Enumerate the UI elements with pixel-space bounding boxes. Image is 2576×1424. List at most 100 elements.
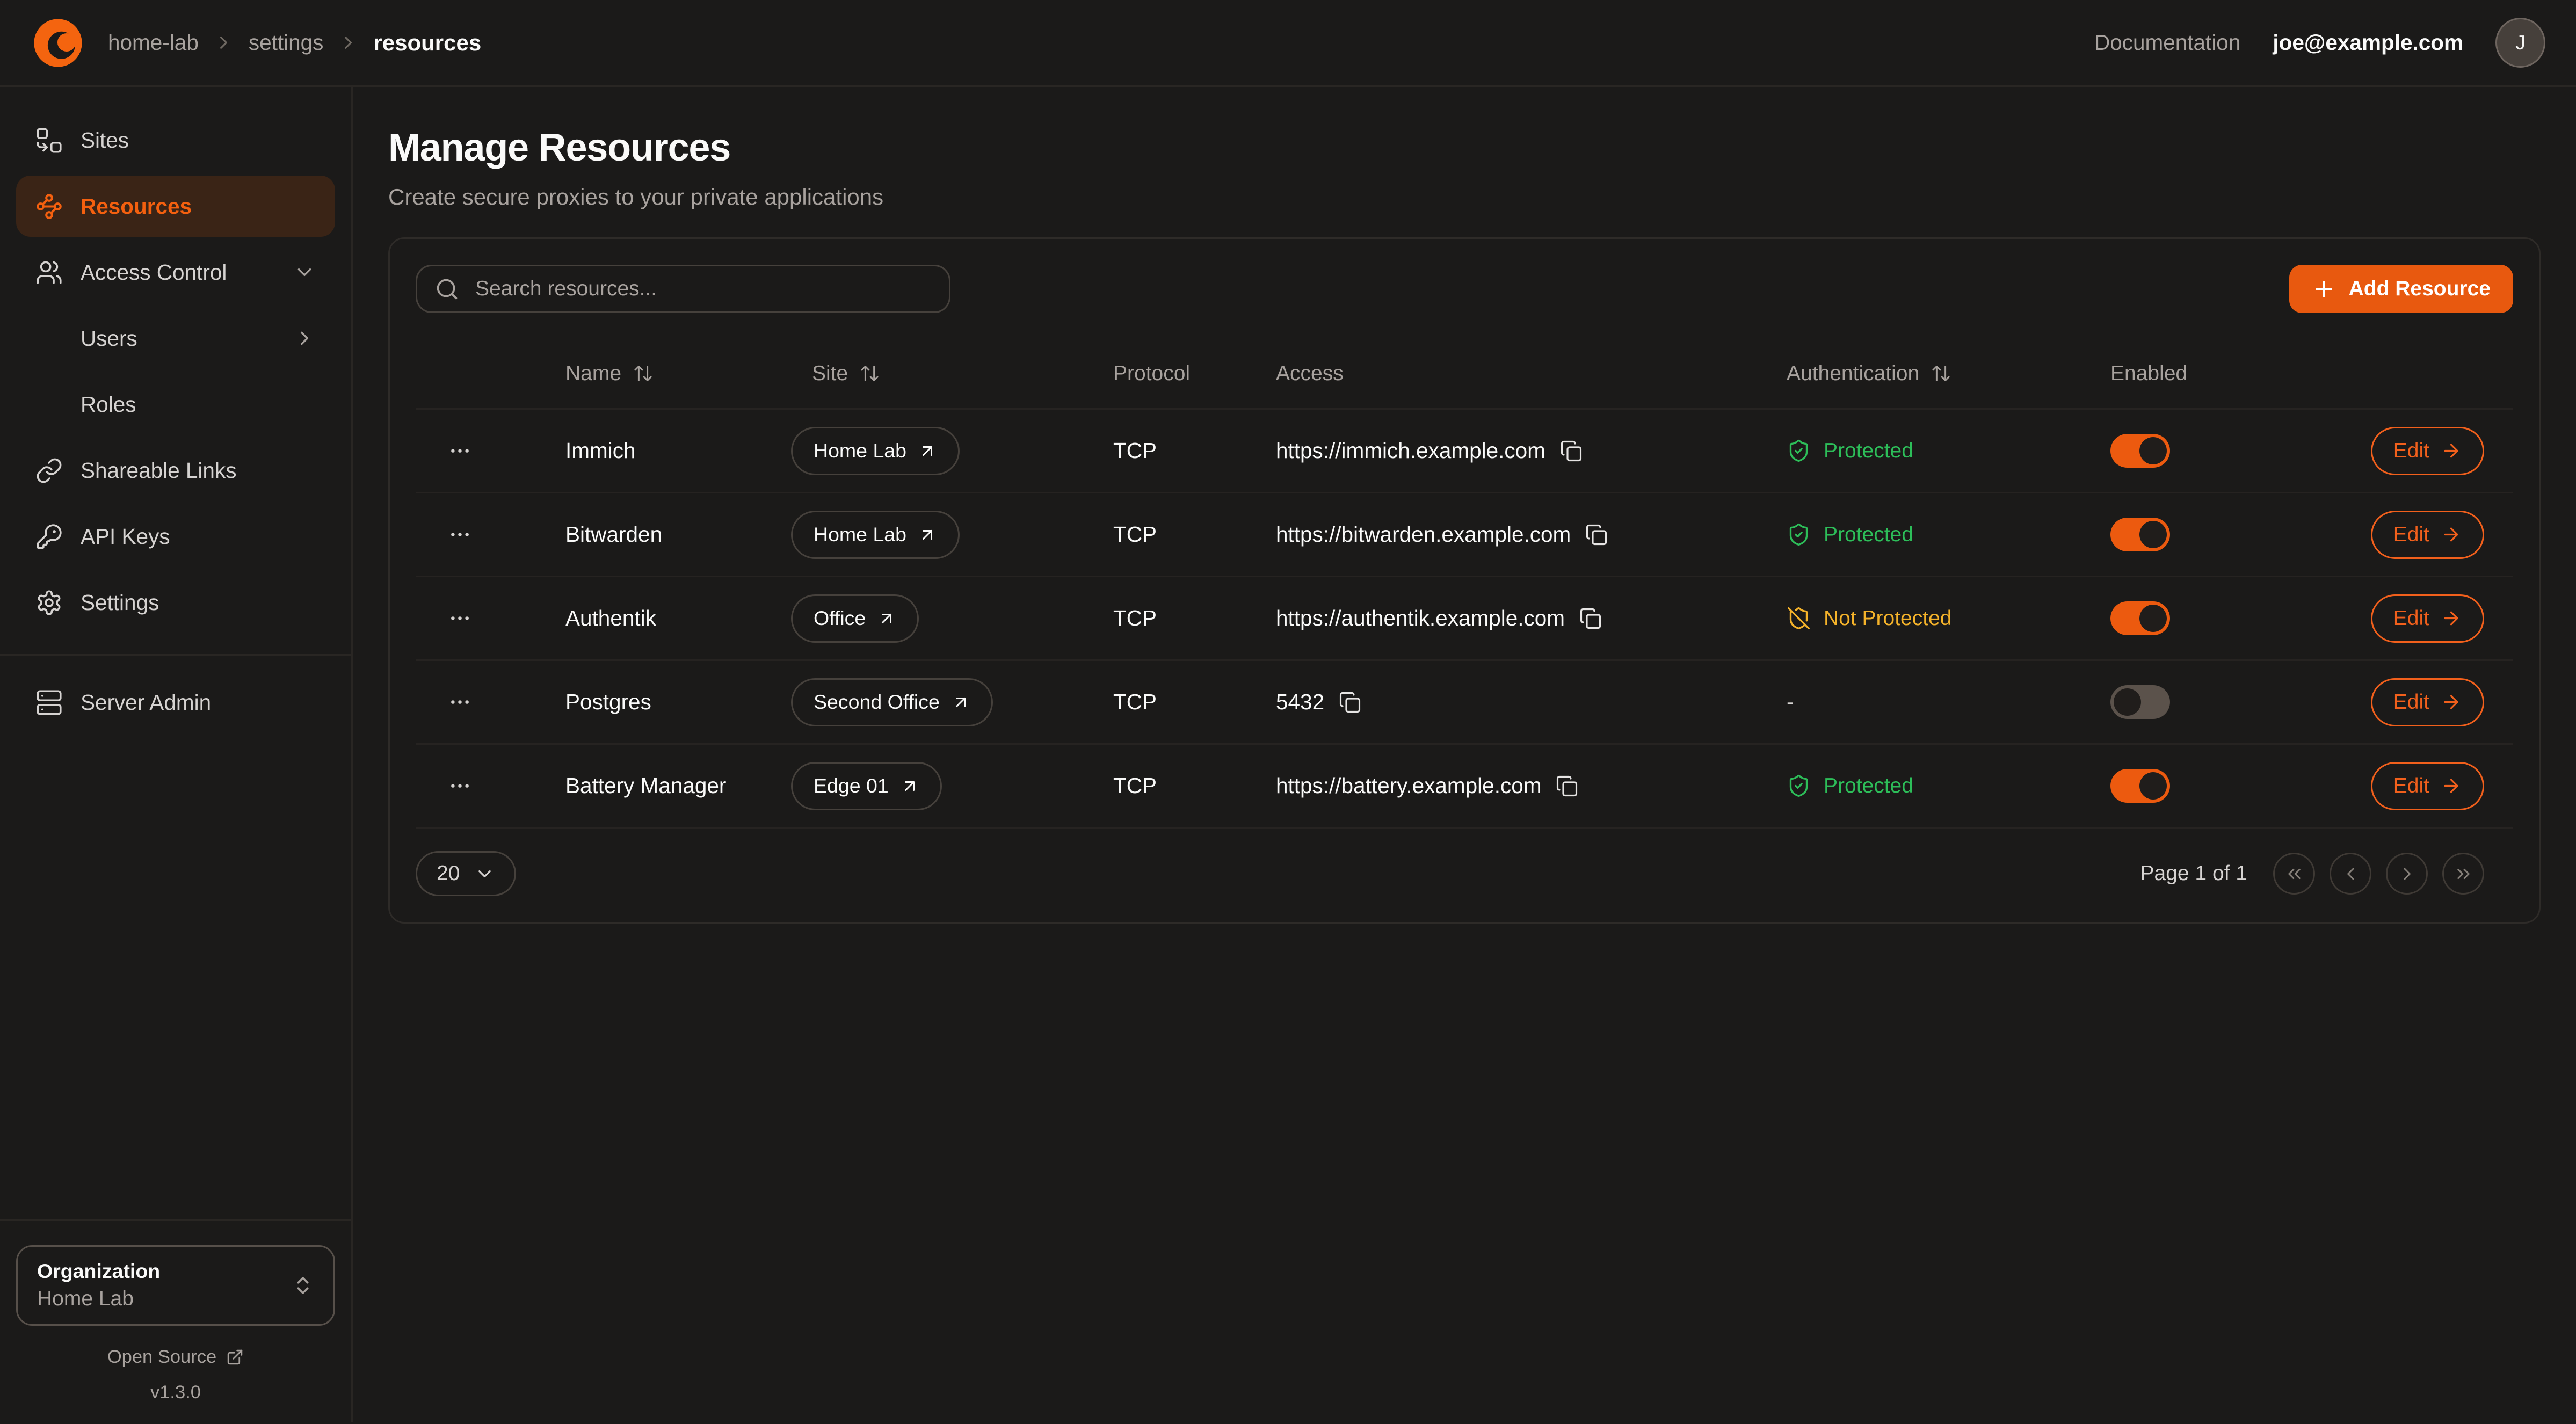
edit-button[interactable]: Edit — [2371, 762, 2484, 810]
edit-button[interactable]: Edit — [2371, 427, 2484, 475]
resource-name: Battery Manager — [565, 773, 812, 798]
arrow-up-right-icon — [918, 525, 937, 544]
row-menu-button[interactable] — [445, 687, 475, 717]
last-page-button[interactable] — [2442, 853, 2484, 895]
sidebar-item-label: API Keys — [81, 524, 316, 549]
arrow-right-icon — [2441, 692, 2462, 713]
plus-icon — [2312, 277, 2336, 301]
column-header-authentication[interactable]: Authentication — [1787, 362, 2110, 386]
organization-label: Organization — [37, 1258, 160, 1285]
enabled-toggle[interactable] — [2110, 434, 2170, 468]
resource-access-url: https://authentik.example.com — [1276, 606, 1565, 631]
sidebar-footer: Organization Home Lab Open Source v1.3.0 — [0, 1219, 351, 1422]
arrow-right-icon — [2441, 524, 2462, 545]
sidebar-item-roles[interactable]: Roles — [16, 374, 335, 435]
enabled-toggle[interactable] — [2110, 685, 2170, 719]
search-input[interactable] — [472, 275, 931, 302]
first-page-button[interactable] — [2273, 853, 2315, 895]
app-root: home-lab settings resources Documentatio… — [0, 0, 2576, 1424]
pagination: 20 Page 1 of 1 — [416, 851, 2513, 896]
sidebar-item-resources[interactable]: Resources — [16, 176, 335, 237]
page-size-select[interactable]: 20 — [416, 851, 516, 896]
edit-button[interactable]: Edit — [2371, 594, 2484, 643]
column-header-protocol: Protocol — [1113, 362, 1276, 386]
sidebar-item-settings[interactable]: Settings — [16, 572, 335, 633]
shield-check-icon — [1787, 522, 1811, 547]
chevron-right-icon — [213, 32, 234, 53]
table-row-bitwarden: Bitwarden Home Lab TCP https://bitwarden… — [416, 493, 2513, 577]
page-info: Page 1 of 1 — [2140, 862, 2248, 885]
prev-page-button[interactable] — [2330, 853, 2371, 895]
site-link[interactable]: Home Lab — [791, 427, 960, 475]
pangolin-logo-icon[interactable] — [31, 16, 85, 70]
chevrons-left-icon — [2284, 863, 2305, 884]
chevron-down-icon — [474, 863, 495, 884]
site-link[interactable]: Second Office — [791, 678, 993, 726]
sidebar-item-sites[interactable]: Sites — [16, 110, 335, 171]
row-menu-button[interactable] — [445, 771, 475, 801]
site-link[interactable]: Home Lab — [791, 511, 960, 559]
table-row-battery-manager: Battery Manager Edge 01 TCP https://batt… — [416, 745, 2513, 829]
sidebar-item-label: Roles — [81, 392, 316, 417]
copy-icon[interactable] — [1560, 440, 1583, 462]
column-header-enabled: Enabled — [2110, 362, 2331, 386]
column-header-access: Access — [1276, 362, 1787, 386]
arrow-up-right-icon — [918, 441, 937, 461]
sidebar-item-api-keys[interactable]: API Keys — [16, 506, 335, 567]
arrow-up-right-icon — [877, 609, 896, 628]
table-row-postgres: Postgres Second Office TCP 5432 - Edit — [416, 661, 2513, 745]
copy-icon[interactable] — [1579, 607, 1602, 630]
enabled-toggle[interactable] — [2110, 601, 2170, 635]
resource-access-url: https://immich.example.com — [1276, 438, 1545, 463]
next-page-button[interactable] — [2386, 853, 2428, 895]
breadcrumb-current: resources — [373, 30, 481, 56]
table-row-immich: Immich Home Lab TCP https://immich.examp… — [416, 410, 2513, 493]
chevrons-up-down-icon — [292, 1274, 314, 1297]
row-menu-button[interactable] — [445, 603, 475, 634]
arrow-right-icon — [2441, 775, 2462, 796]
copy-icon[interactable] — [1556, 775, 1578, 797]
external-link-icon — [226, 1348, 244, 1366]
sidebar-item-server-admin[interactable]: Server Admin — [16, 672, 335, 733]
topbar: home-lab settings resources Documentatio… — [0, 0, 2576, 87]
site-link[interactable]: Office — [791, 594, 919, 643]
edit-button[interactable]: Edit — [2371, 511, 2484, 559]
page-title: Manage Resources — [388, 126, 2541, 170]
enabled-toggle[interactable] — [2110, 518, 2170, 551]
column-header-name[interactable]: Name — [565, 362, 812, 386]
row-menu-button[interactable] — [445, 519, 475, 550]
avatar[interactable]: J — [2495, 18, 2545, 68]
chevron-right-icon — [293, 327, 316, 350]
resource-access-url: https://battery.example.com — [1276, 773, 1541, 798]
resource-protocol: TCP — [1113, 522, 1276, 547]
copy-icon[interactable] — [1585, 524, 1608, 546]
organization-selector[interactable]: Organization Home Lab — [16, 1245, 335, 1326]
sidebar-item-shareable-links[interactable]: Shareable Links — [16, 440, 335, 501]
page-subtitle: Create secure proxies to your private ap… — [388, 184, 2541, 210]
add-resource-button[interactable]: Add Resource — [2289, 265, 2513, 313]
copy-icon[interactable] — [1339, 691, 1361, 714]
auth-status-none: - — [1787, 689, 1794, 715]
sidebar-item-label: Sites — [81, 128, 316, 153]
link-icon — [35, 457, 63, 484]
row-menu-button[interactable] — [445, 435, 475, 466]
sidebar-item-users[interactable]: Users — [16, 308, 335, 369]
user-email: joe@example.com — [2273, 30, 2463, 55]
column-header-site[interactable]: Site — [812, 362, 1113, 386]
sidebar-item-label: Settings — [81, 590, 316, 615]
gear-icon — [35, 589, 63, 616]
sort-icon — [859, 363, 880, 384]
documentation-link[interactable]: Documentation — [2094, 30, 2240, 55]
edit-button[interactable]: Edit — [2371, 678, 2484, 726]
enabled-toggle[interactable] — [2110, 769, 2170, 803]
site-link[interactable]: Edge 01 — [791, 762, 942, 810]
breadcrumb-org[interactable]: home-lab — [108, 30, 199, 55]
auth-status-protected: Protected — [1787, 439, 1913, 463]
sidebar: Sites Resources Access Control — [0, 87, 353, 1422]
breadcrumb-settings[interactable]: settings — [249, 30, 324, 55]
sidebar-item-access-control[interactable]: Access Control — [16, 242, 335, 303]
shield-check-icon — [1787, 774, 1811, 798]
combine-icon — [35, 127, 63, 154]
open-source-link[interactable]: Open Source — [16, 1347, 335, 1368]
users-icon — [35, 259, 63, 286]
